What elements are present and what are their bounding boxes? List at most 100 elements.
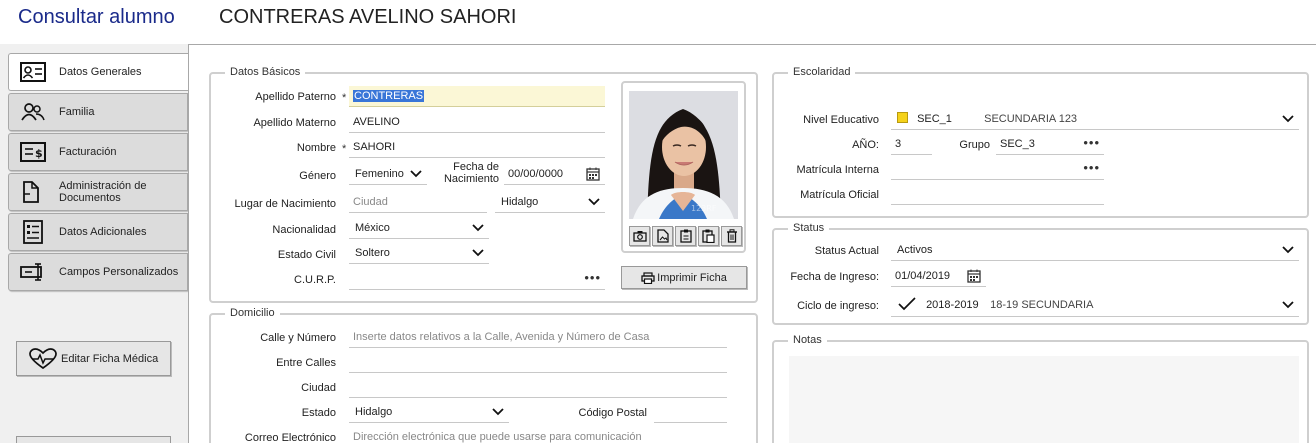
delete-photo-button[interactable]	[721, 226, 742, 246]
chevron-down-icon	[410, 170, 422, 178]
tab-label: Facturación	[59, 146, 117, 158]
matricula-oficial-label: Matrícula Oficial	[800, 189, 879, 201]
nivel-educativo-select[interactable]: SEC_1 SECUNDARIA 123	[891, 109, 1299, 130]
tab-label: Datos Generales	[59, 66, 142, 78]
basic-data-legend: Datos Básicos	[225, 66, 306, 78]
student-photo: 123RF	[629, 91, 738, 219]
more-options-icon[interactable]: •••	[1083, 159, 1100, 177]
tab-label-line2: Documentos	[59, 192, 121, 204]
tab-label: Datos Adicionales	[59, 226, 147, 238]
id-card-icon	[19, 60, 47, 84]
ciudad-nacimiento-field[interactable]: Ciudad	[349, 192, 487, 213]
tab-familia[interactable]: Familia	[8, 93, 188, 131]
matricula-oficial-field[interactable]	[891, 184, 1104, 205]
estado-value: Hidalgo	[355, 406, 393, 418]
edit-medical-record-label: Editar Ficha Médica	[61, 352, 159, 365]
printer-icon	[641, 271, 655, 284]
image-file-icon	[656, 229, 669, 243]
calendar-icon[interactable]	[967, 269, 981, 283]
tab-administracion-documentos[interactable]: Administración de Documentos	[8, 173, 188, 211]
print-record-button[interactable]: Imprimir Ficha	[621, 266, 747, 289]
paste-photo-button[interactable]	[698, 226, 719, 246]
schooling-legend: Escolaridad	[788, 66, 856, 78]
status-actual-select[interactable]: Activos	[891, 240, 1299, 261]
required-mark: *	[342, 143, 347, 155]
ciclo-ingreso-select[interactable]: 2018-2019 18-19 SECUNDARIA	[891, 295, 1299, 317]
chevron-down-icon	[1282, 115, 1294, 123]
billing-icon: $	[19, 140, 47, 164]
tab-label: Administración de Documentos	[59, 180, 146, 204]
nacionalidad-select[interactable]: México	[349, 218, 489, 239]
photo-toolbar	[629, 226, 742, 246]
ciclo-ingreso-label: Ciclo de ingreso:	[797, 300, 879, 312]
apellido-paterno-field[interactable]: CONTRERAS	[349, 86, 605, 107]
fecha-ingreso-field[interactable]: 01/04/2019	[891, 266, 986, 287]
estado-nacimiento-select[interactable]: Hidalgo	[495, 192, 605, 213]
estado-civil-select[interactable]: Soltero	[349, 243, 489, 264]
calle-label: Calle y Número	[260, 332, 336, 344]
notes-legend: Notas	[788, 334, 827, 346]
fecha-nacimiento-label: Fecha de Nacimiento	[435, 161, 499, 185]
edit-medical-record-button[interactable]: Editar Ficha Médica	[16, 341, 171, 376]
estado-civil-label: Estado Civil	[277, 249, 336, 261]
more-options-icon[interactable]: •••	[584, 269, 601, 287]
ciclo-name: 18-19 SECUNDARIA	[990, 299, 1094, 311]
status-legend: Status	[788, 222, 830, 234]
student-name: CONTRERAS AVELINO SAHORI	[219, 6, 517, 28]
more-button[interactable]	[16, 436, 171, 443]
estado-label: Estado	[301, 407, 336, 419]
fecha-nacimiento-field[interactable]: 00/00/0000	[504, 164, 605, 185]
correo-field[interactable]: Dirección electrónica que puede usarse p…	[349, 427, 727, 443]
ciudad-field[interactable]	[349, 377, 727, 398]
tab-datos-adicionales[interactable]: Datos Adicionales	[8, 213, 188, 251]
schooling-group: Escolaridad Nivel Educativo SEC_1 SECUND…	[772, 66, 1309, 218]
additional-data-icon	[19, 220, 47, 244]
users-icon	[19, 100, 47, 124]
heart-pulse-icon	[29, 347, 57, 370]
grupo-field[interactable]: SEC_3 •••	[996, 134, 1104, 155]
status-actual-value: Activos	[897, 244, 933, 256]
codigo-postal-label: Código Postal	[578, 407, 648, 419]
ciclo-code: 2018-2019	[926, 299, 979, 311]
chevron-down-icon	[1282, 246, 1294, 254]
genero-label: Género	[299, 170, 336, 182]
grupo-label: Grupo	[959, 139, 990, 151]
camera-button[interactable]	[629, 226, 650, 246]
estado-select[interactable]: Hidalgo	[349, 402, 509, 423]
nacionalidad-value: México	[355, 222, 390, 234]
fecha-ingreso-label: Fecha de Ingreso:	[790, 271, 879, 283]
level-badge-icon	[897, 112, 908, 123]
nivel-name: SECUNDARIA 123	[984, 113, 1078, 125]
basic-data-group: Datos Básicos Apellido Paterno * CONTRER…	[209, 66, 758, 303]
more-options-icon[interactable]: •••	[1083, 134, 1100, 152]
notes-group: Notas	[772, 334, 1309, 443]
chevron-down-icon	[472, 249, 484, 257]
curp-field[interactable]: •••	[349, 269, 605, 290]
svg-text:$: $	[35, 147, 43, 160]
tab-datos-generales[interactable]: Datos Generales	[8, 53, 191, 91]
documents-icon	[19, 180, 47, 204]
chevron-down-icon	[492, 408, 504, 416]
main-panel: Datos Básicos Apellido Paterno * CONTRER…	[188, 44, 1316, 443]
address-legend: Domicilio	[225, 307, 280, 319]
nacionalidad-label: Nacionalidad	[272, 224, 336, 236]
correo-label: Correo Electrónico	[244, 432, 336, 443]
codigo-postal-field[interactable]	[654, 402, 727, 423]
apellido-materno-field[interactable]: AVELINO	[349, 112, 605, 133]
checkmark-icon	[898, 297, 916, 311]
matricula-interna-label: Matrícula Interna	[796, 164, 879, 176]
tab-campos-personalizados[interactable]: Campos Personalizados	[8, 253, 188, 291]
genero-select[interactable]: Femenino	[349, 164, 427, 185]
matricula-interna-field[interactable]: •••	[891, 159, 1104, 180]
entre-calles-field[interactable]	[349, 352, 727, 373]
nombre-field[interactable]: SAHORI	[349, 137, 605, 158]
tab-facturacion[interactable]: $ Facturación	[8, 133, 188, 171]
calle-field[interactable]: Inserte datos relativos a la Calle, Aven…	[349, 327, 727, 348]
notes-textarea[interactable]	[789, 356, 1299, 443]
ciudad-label: Ciudad	[301, 382, 336, 394]
copy-photo-button[interactable]	[675, 226, 696, 246]
calendar-icon[interactable]	[586, 167, 600, 181]
estado-civil-value: Soltero	[355, 247, 390, 259]
photo-frame: 123RF	[621, 81, 746, 253]
load-photo-button[interactable]	[652, 226, 673, 246]
